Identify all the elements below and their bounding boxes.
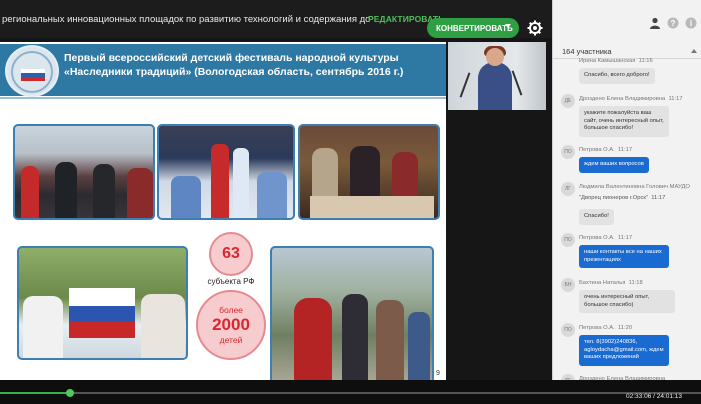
photo-children-with-flag <box>17 246 188 360</box>
app-window: региональных инновационных площадок по р… <box>0 0 701 404</box>
chevron-down-icon <box>505 24 511 28</box>
webinar-title: региональных инновационных площадок по р… <box>2 14 370 25</box>
slide-page-number: 9 <box>436 370 440 377</box>
photo-stage-performance <box>157 124 295 220</box>
stat-children-suffix: детей <box>219 335 243 345</box>
participants-count[interactable]: 164 участника <box>562 47 612 56</box>
photo-folk-dance <box>270 246 434 380</box>
message-author: Петрова О.А. 11:17 <box>579 147 633 153</box>
photo-audience <box>13 124 155 220</box>
slide-title: Первый всероссийский детский фестиваль н… <box>64 52 404 78</box>
person-icon[interactable] <box>649 17 661 29</box>
message-author: Бахтина Наталья 11:18 <box>579 280 643 286</box>
convert-button-label: КОНВЕРТИРОВАТЬ <box>436 23 513 33</box>
sidebar-header: ? i <box>553 0 701 40</box>
stat-regions-label: субъекта РФ <box>207 277 255 286</box>
message-author: Ирина Камышанская 11:16 <box>579 58 653 64</box>
festival-emblem-icon <box>5 45 59 97</box>
svg-text:?: ? <box>671 19 676 28</box>
message-bubble: укажите пожалуйста ваш сайт, очень интер… <box>579 106 669 137</box>
avatar: ПО <box>561 233 575 247</box>
message-bubble: наши контакты все на наших презентациях <box>579 245 669 268</box>
info-icon[interactable]: i <box>685 17 697 29</box>
slide-header: Первый всероссийский детский фестиваль н… <box>0 44 446 97</box>
stat-children-circle: более 2000 детей <box>196 290 266 360</box>
stat-regions-circle: 63 <box>209 232 253 276</box>
stat-regions-number: 63 <box>222 245 240 262</box>
chat-sidebar: ? i 164 участника Ирина Камышанская 11:1… <box>552 0 701 392</box>
speaker-video[interactable] <box>448 42 546 110</box>
progress-track[interactable] <box>0 392 701 394</box>
top-bar: региональных инновационных площадок по р… <box>0 0 552 38</box>
message-author: Петрова О.А. 11:17 <box>579 235 633 241</box>
message-author-org: "Дворец пионеров г.Орск" 11:17 <box>579 195 666 201</box>
message-bubble: очень интересный опыт, большое спасибо) <box>579 290 675 313</box>
convert-button[interactable]: КОНВЕРТИРОВАТЬ <box>427 18 519 38</box>
message-bubble: ждем ваших вопросов <box>579 157 649 173</box>
avatar: БН <box>561 278 575 292</box>
progress-fill <box>0 392 71 394</box>
slide-divider <box>0 97 446 99</box>
avatar: ЛГ <box>561 182 575 196</box>
chevron-up-icon[interactable] <box>691 49 697 53</box>
gear-icon[interactable] <box>527 20 543 36</box>
message-author: Дроздено Елена Владимировна 11:17 <box>579 96 683 102</box>
avatar: ПО <box>561 145 575 159</box>
playback-time: 02:33:06 / 24:01:13 <box>626 393 683 400</box>
message-bubble: Спасибо! <box>579 209 614 225</box>
stat-children-number: 2000 <box>212 315 250 334</box>
svg-text:i: i <box>690 19 692 28</box>
message-bubble: тел. 8(3902)240836, agloydacha@gmail.com… <box>579 335 669 366</box>
stat-children-prefix: более <box>219 305 243 315</box>
help-icon[interactable]: ? <box>667 17 679 29</box>
presentation-slide: Первый всероссийский детский фестиваль н… <box>0 42 446 380</box>
message-author: Петрова О.А. 11:20 <box>579 325 633 331</box>
message-author: Людмила Валентиновна Голович МАУДО <box>579 184 690 190</box>
avatar: ДЕ <box>561 94 575 108</box>
photo-crafts-exhibition <box>298 124 440 220</box>
avatar: ПО <box>561 323 575 337</box>
message-bubble: Спасибо, всего доброго! <box>579 68 655 84</box>
